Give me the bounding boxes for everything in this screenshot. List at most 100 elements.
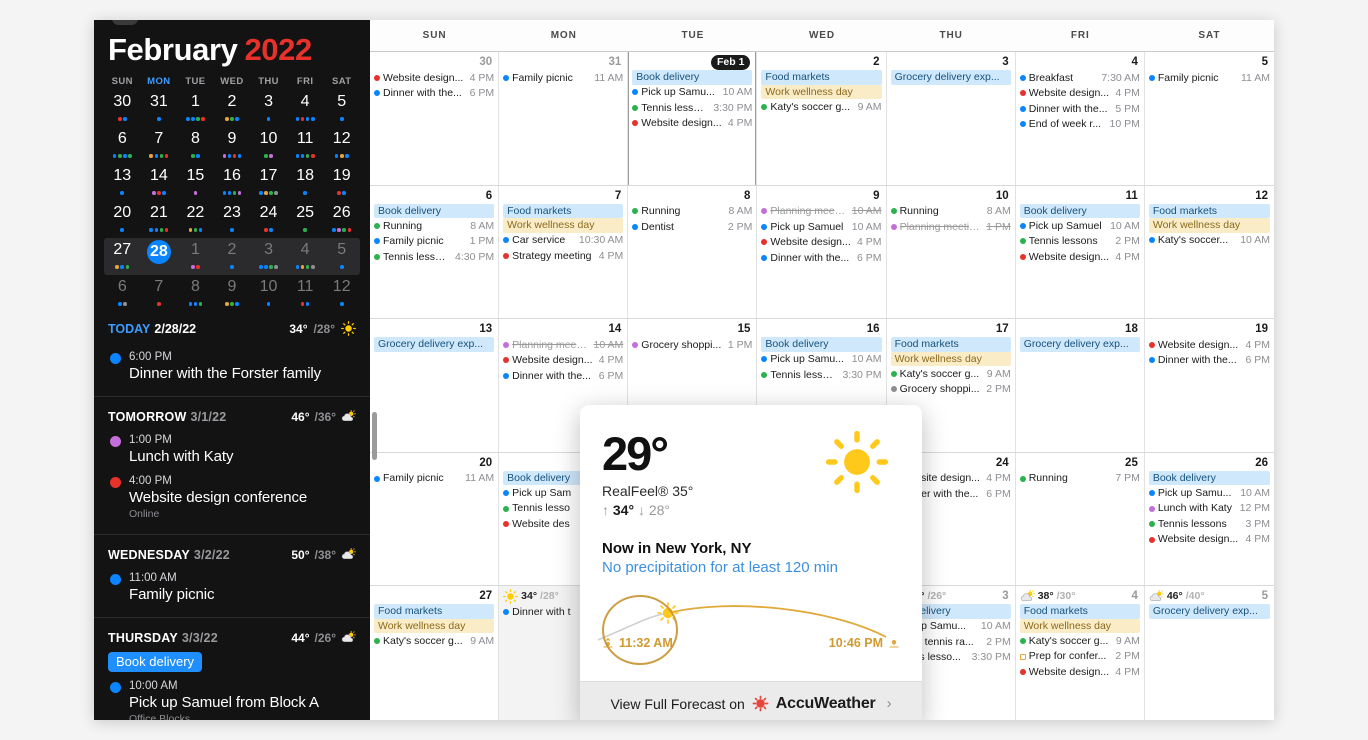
calendar-event[interactable]: Katy's soccer g... 9 AM — [374, 633, 494, 649]
all-day-event[interactable]: Work wellness day — [1148, 218, 1270, 233]
mini-day-cell[interactable]: 14 — [141, 164, 178, 201]
sidebar-event-item[interactable]: 6:00 PM Dinner with the Forster family — [108, 345, 356, 386]
calendar-event[interactable]: Family picnic 11 AM — [503, 70, 623, 86]
mini-day-cell[interactable]: 15 — [177, 164, 214, 201]
calendar-day-cell[interactable]: 13 Grocery delivery exp... — [370, 319, 500, 452]
calendar-event[interactable]: Website design... 4 PM — [1019, 664, 1140, 680]
sidebar-event-list[interactable]: 6:00 PM Dinner with the Forster family TOM… — [94, 343, 370, 720]
calendar-event[interactable]: Katy's soccer g... 9 AM — [761, 99, 882, 115]
calendar-day-cell[interactable]: 5 Family picnic 11 AM — [1145, 52, 1274, 185]
calendar-day-cell[interactable]: 11 Book delivery Pick up Samuel 10 AM Tennis… — [1016, 185, 1145, 319]
calendar-day-cell[interactable]: 25 Running 7 PM — [1016, 452, 1145, 586]
all-day-event[interactable]: Grocery delivery exp... — [890, 70, 1011, 85]
weather-popover[interactable]: 29° RealFeel® 35° ↑ 34° ↓ 28° Now in New… — [580, 405, 922, 720]
calendar-event[interactable]: Running 8 AM — [632, 204, 752, 220]
mini-day-cell[interactable]: 17 — [250, 164, 287, 201]
mini-day-cell[interactable]: 26 — [323, 201, 360, 238]
calendar-event[interactable]: Family picnic 11 AM — [1148, 70, 1270, 86]
mini-day-cell[interactable]: 24 — [250, 201, 287, 238]
mini-day-cell[interactable]: 2 — [214, 90, 251, 127]
mini-day-cell[interactable]: 3 — [250, 238, 287, 275]
all-day-event[interactable]: Food markets — [1148, 203, 1270, 219]
calendar-event[interactable]: Tennis lesso... 3:30 PM — [632, 100, 752, 116]
calendar-event[interactable]: Grocery shoppi... 2 PM — [890, 382, 1011, 398]
mini-day-cell[interactable]: 5 — [323, 90, 360, 127]
mini-day-cell[interactable]: 11 — [287, 127, 324, 164]
calendar-event[interactable]: Pick up Samu... 10 AM — [632, 85, 752, 101]
sidebar-event-item[interactable]: 4:00 PM Website design conference Online — [108, 469, 356, 524]
calendar-event[interactable]: Dentist 2 PM — [632, 219, 752, 235]
calendar-event[interactable]: Running 8 AM — [890, 204, 1011, 220]
calendar-day-cell[interactable]: 30 Website design... 4 PM Dinner with the..… — [370, 52, 500, 185]
all-day-event[interactable]: Work wellness day — [1019, 618, 1140, 634]
all-day-event[interactable]: Grocery delivery exp... — [1019, 337, 1140, 352]
mini-day-cell[interactable]: 20 — [104, 201, 141, 238]
mini-day-cell[interactable]: 12 — [323, 275, 360, 312]
all-day-event-chip[interactable]: Book delivery — [108, 652, 203, 672]
calendar-day-cell[interactable]: 18 Grocery delivery exp... — [1016, 319, 1145, 452]
all-day-event[interactable]: Book delivery — [761, 337, 882, 352]
calendar-event[interactable]: Family picnic 1 PM — [374, 234, 494, 250]
all-day-event[interactable]: Grocery delivery exp... — [374, 337, 495, 352]
mini-day-cell[interactable]: 22 — [177, 201, 214, 238]
calendar-event[interactable]: Tennis lessons 3 PM — [1148, 516, 1270, 532]
all-day-event[interactable]: Food markets — [1019, 604, 1140, 619]
all-day-event[interactable]: Food markets — [374, 604, 495, 619]
calendar-event[interactable]: Family picnic 11 AM — [374, 471, 494, 487]
calendar-event[interactable]: Running 7 PM — [1019, 471, 1140, 487]
calendar-day-cell[interactable]: 19 Website design... 4 PM Dinner with the..… — [1145, 319, 1274, 452]
calendar-event[interactable]: Website design... 4 PM — [503, 353, 623, 369]
mini-day-cell[interactable]: 10 — [250, 127, 287, 164]
calendar-event[interactable]: Katy's soccer g... 9 AM — [890, 366, 1011, 382]
calendar-event[interactable]: Strategy meeting 4 PM — [503, 248, 623, 264]
all-day-event[interactable]: Food markets — [503, 203, 624, 219]
calendar-event[interactable]: Website design... 4 PM — [1148, 532, 1270, 548]
all-day-event[interactable]: Food markets — [890, 337, 1011, 352]
mini-day-cell[interactable]: 31 — [141, 90, 178, 127]
mini-day-cell[interactable]: 5 — [323, 238, 360, 275]
mini-day-cell[interactable]: 4 — [287, 90, 324, 127]
mini-day-cell[interactable]: 9 — [214, 127, 251, 164]
sidebar-event-item[interactable]: 11:00 AM Family picnic — [108, 566, 356, 607]
mini-day-cell[interactable]: 6 — [104, 275, 141, 312]
full-forecast-link[interactable]: View Full Forecast on AccuWeather › — [580, 681, 922, 720]
mini-day-cell[interactable]: 6 — [104, 127, 141, 164]
calendar-event[interactable]: Car service 10:30 AM — [503, 233, 623, 249]
calendar-event[interactable]: Dinner with the... 5 PM — [1019, 101, 1140, 117]
all-day-event[interactable]: Work wellness day — [890, 351, 1011, 367]
mini-day-cell[interactable]: 2 — [214, 238, 251, 275]
calendar-event[interactable]: Dinner with the... 6 PM — [503, 368, 623, 384]
calendar-day-cell[interactable]: 26 Book delivery Pick up Samu... 10 AM Lunch… — [1145, 453, 1274, 586]
mini-day-cell[interactable]: 1 — [177, 90, 214, 127]
calendar-event[interactable]: Dinner with the... 6 PM — [374, 86, 494, 102]
calendar-event[interactable]: Katy's soccer... 10 AM — [1148, 233, 1270, 249]
calendar-day-cell[interactable]: 20 Family picnic 11 AM — [370, 452, 500, 586]
mini-day-cell[interactable]: 25 — [287, 201, 324, 238]
calendar-event[interactable]: Planning meeting 1 PM — [890, 219, 1011, 235]
mini-day-cell[interactable]: 16 — [214, 164, 251, 201]
calendar-day-cell[interactable]: 7 Food markets Work wellness day Car servic… — [499, 185, 629, 319]
calendar-event[interactable]: Tennis lesso... 3:30 PM — [761, 367, 882, 383]
mini-day-cell[interactable]: 8 — [177, 127, 214, 164]
calendar-day-cell[interactable]: 3 Grocery delivery exp... — [887, 52, 1016, 185]
calendar-day-cell[interactable]: 38°/30° 4 Food markets Work wellness day Kat… — [1016, 586, 1145, 720]
all-day-event[interactable]: Book delivery — [374, 203, 495, 219]
calendar-day-cell[interactable]: 31 Family picnic 11 AM — [499, 52, 629, 185]
vertical-scrollbar-thumb[interactable] — [372, 412, 377, 460]
calendar-day-cell[interactable]: 27 Food markets Work wellness day Katy's so… — [370, 586, 500, 720]
mini-day-cell[interactable]: 10 — [250, 275, 287, 312]
mini-day-cell[interactable]: 12 — [323, 127, 360, 164]
all-day-event[interactable]: Work wellness day — [503, 218, 624, 233]
calendar-event[interactable]: Website design... 4 PM — [761, 235, 882, 251]
calendar-event[interactable]: Dinner with the... 6 PM — [761, 250, 882, 266]
calendar-event[interactable]: Grocery shoppi... 1 PM — [632, 337, 752, 353]
mini-day-cell[interactable]: 21 — [141, 201, 178, 238]
all-day-event[interactable]: Grocery delivery exp... — [1148, 604, 1270, 619]
all-day-event[interactable]: Book delivery — [632, 70, 753, 85]
calendar-day-cell[interactable]: 9 Planning meet... 10 AM Pick up Samuel 10 A… — [757, 185, 887, 319]
calendar-event[interactable]: Katy's soccer g... 9 AM — [1019, 633, 1140, 649]
calendar-day-cell[interactable]: Feb 1 Book delivery Pick up Samu... 10 AM Te… — [628, 52, 758, 185]
calendar-event[interactable]: Planning meet... 10 AM — [503, 337, 623, 353]
calendar-event[interactable]: Website design... 4 PM — [1019, 249, 1140, 265]
calendar-event[interactable]: Pick up Samu... 10 AM — [761, 352, 882, 368]
